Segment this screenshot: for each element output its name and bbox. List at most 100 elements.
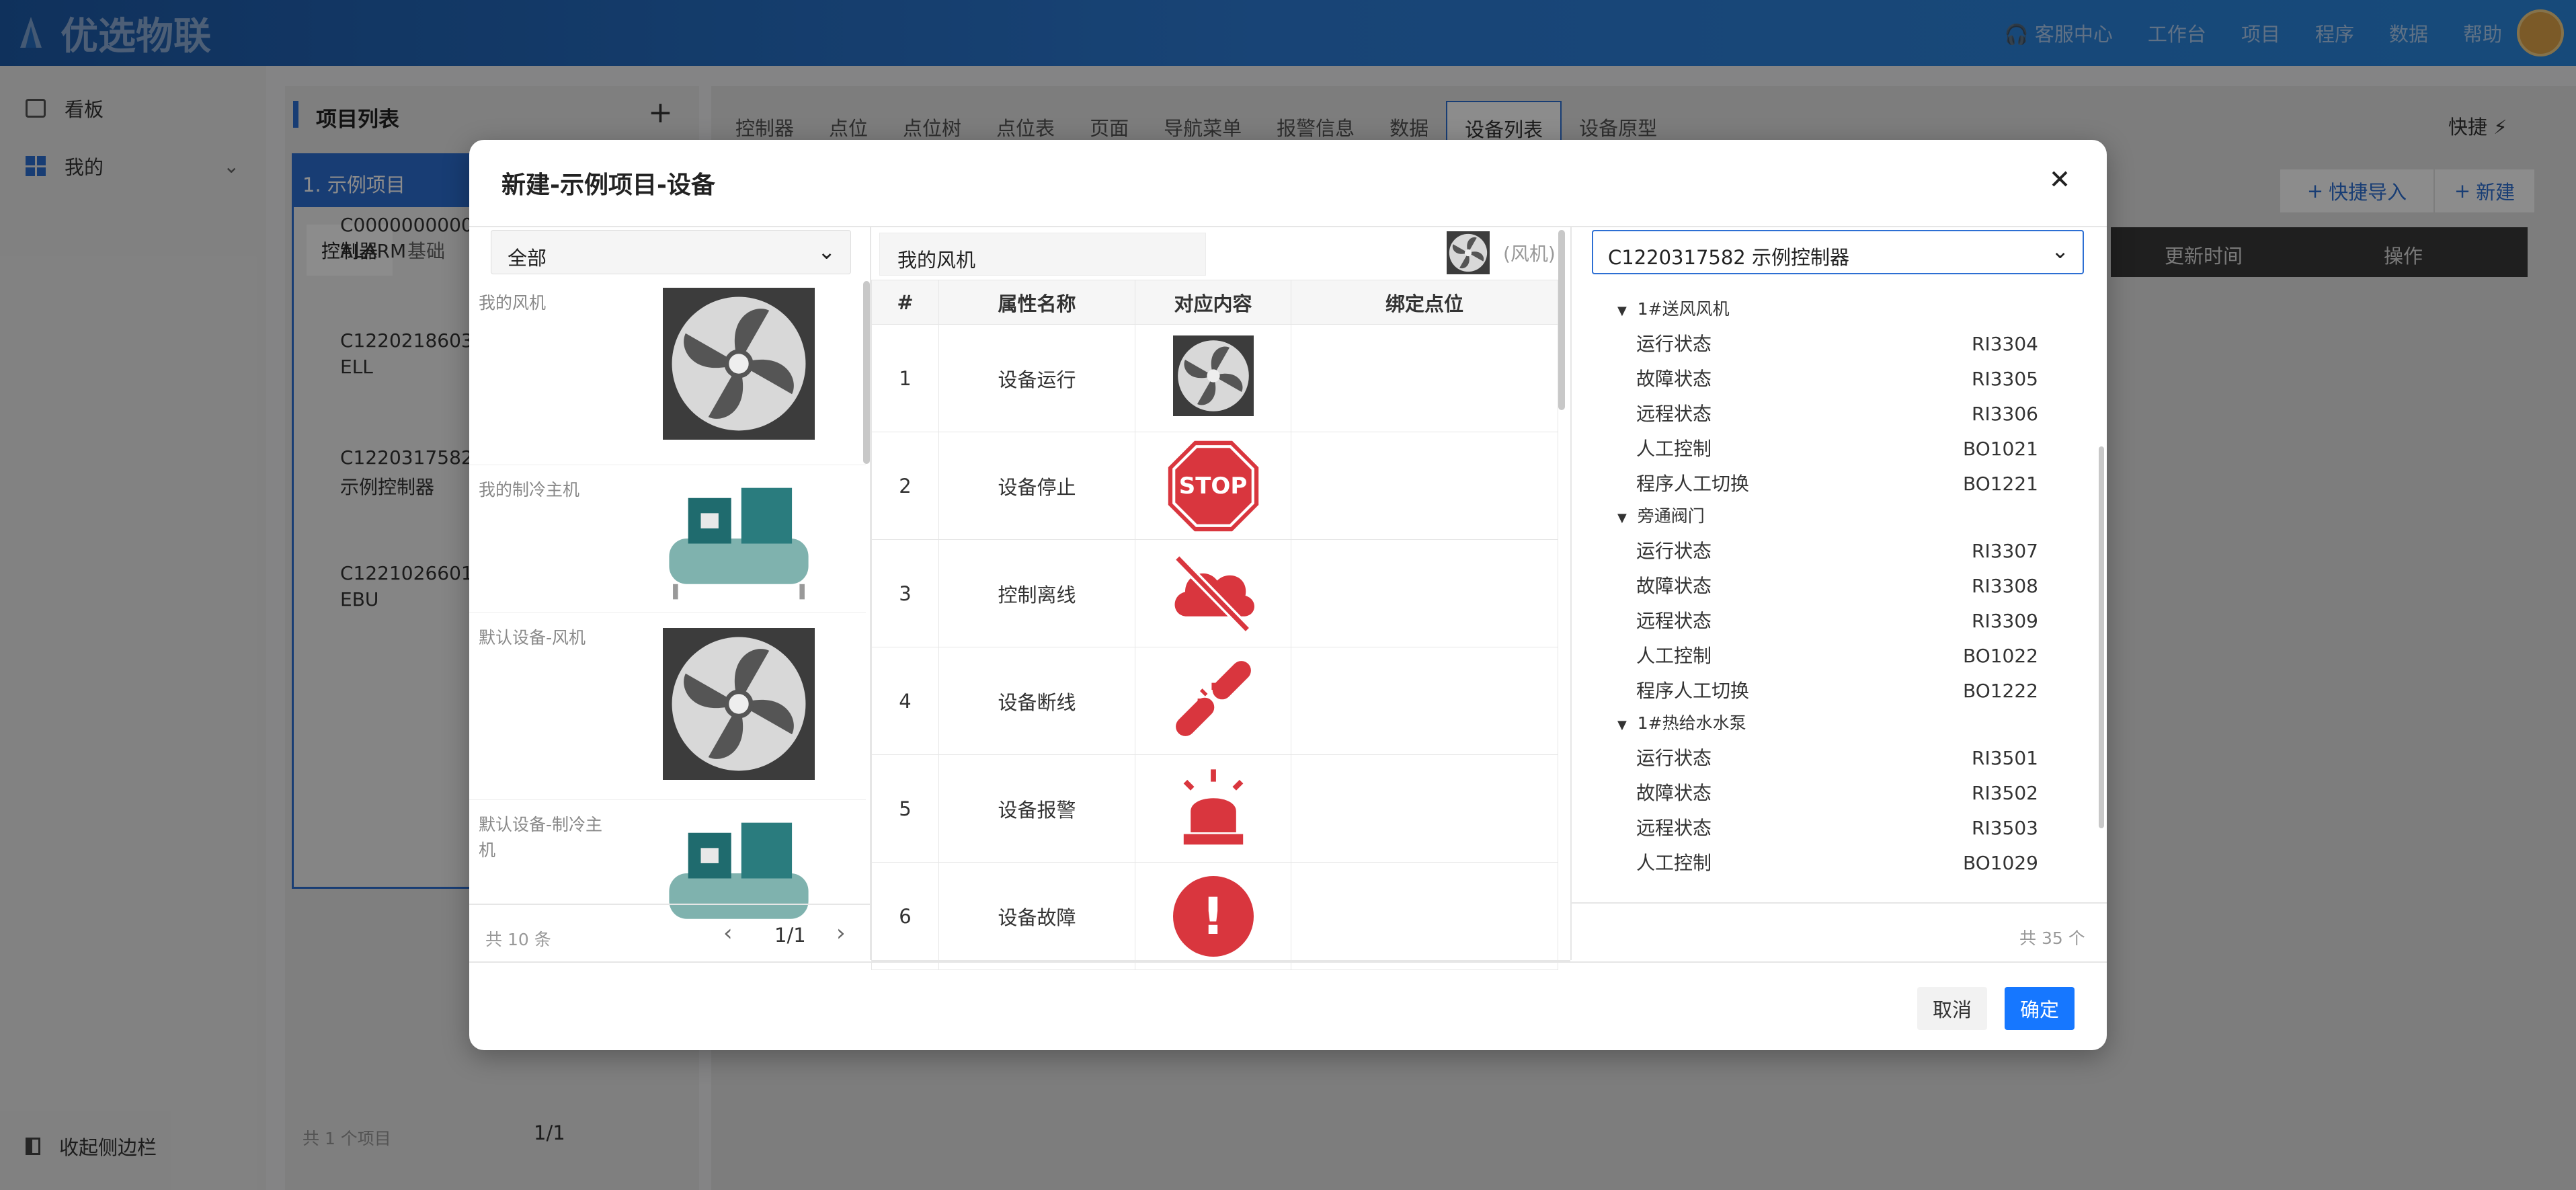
chevron-right-icon[interactable]: › — [836, 920, 846, 947]
group-name: 1#送风风机 — [1637, 299, 1730, 319]
col-bind-point: 绑定点位 — [1291, 280, 1558, 325]
row-content[interactable] — [1135, 324, 1291, 432]
exclamation-icon: ! — [1172, 875, 1254, 957]
item-code: RI3503 — [1972, 817, 2038, 839]
group-name: 1#热给水水泵 — [1637, 713, 1746, 733]
row-content[interactable] — [1135, 754, 1291, 863]
tree-item[interactable]: 故障状态 RI3502 — [1636, 776, 2038, 811]
left-scrollbar[interactable] — [863, 281, 870, 464]
table-row: 5 设备报警 — [871, 754, 1558, 863]
item-code: RI3305 — [1972, 368, 2038, 390]
template-card[interactable]: 默认设备-制冷主机 — [469, 800, 866, 921]
table-row: 3 控制离线 — [871, 539, 1558, 647]
tree-item[interactable]: 故障状态 RI3305 — [1636, 362, 2038, 397]
new-device-dialog: 新建-示例项目-设备 全部 ⌄ 我的风机 我的制冷主机 默认设备-风机 默认设备… — [469, 140, 2107, 1050]
tree-item[interactable]: 程序人工切换 BO1221 — [1636, 467, 2038, 502]
middle-scroll-track — [1558, 230, 1565, 815]
item-name: 运行状态 — [1636, 333, 1712, 355]
item-code: RI3502 — [1972, 782, 2038, 804]
card-name: 我的制冷主机 — [479, 480, 580, 500]
row-bind-point[interactable] — [1291, 862, 1558, 970]
tree-item[interactable]: 人工控制 BO1029 — [1636, 846, 2038, 881]
middle-scrollbar[interactable] — [1558, 230, 1565, 410]
item-name: 人工控制 — [1636, 852, 1712, 874]
item-name: 远程状态 — [1636, 610, 1712, 632]
item-name: 运行状态 — [1636, 540, 1712, 562]
chevron-down-icon: ⌄ — [2051, 238, 2069, 264]
close-icon[interactable] — [2045, 164, 2075, 194]
template-card[interactable]: 我的制冷主机 — [469, 465, 866, 613]
chiller-icon — [669, 822, 809, 919]
point-count: 共 35 个 — [2019, 928, 2085, 948]
row-content[interactable]: ! — [1135, 862, 1291, 970]
tree-item[interactable]: 运行状态 RI3307 — [1636, 534, 2038, 569]
ok-button[interactable]: 确定 — [2005, 987, 2075, 1030]
row-bind-point[interactable] — [1291, 539, 1558, 647]
cancel-button[interactable]: 取消 — [1917, 987, 1987, 1030]
row-bind-point[interactable] — [1291, 754, 1558, 863]
template-card[interactable]: 默认设备-风机 — [469, 613, 866, 800]
tree-item[interactable]: 远程状态 RI3306 — [1636, 397, 2038, 432]
right-footer-divider — [1572, 902, 2107, 904]
device-name-input[interactable]: 我的风机 — [879, 233, 1206, 276]
item-code: BO1021 — [1962, 438, 2038, 460]
table-row: 1 设备运行 — [871, 324, 1558, 432]
stop-text: STOP — [1178, 472, 1248, 500]
row-index: 4 — [871, 647, 939, 755]
point-tree: ▼ 1#送风风机 运行状态 RI3304 故障状态 RI3305 远程状态 RI330… — [1572, 277, 2040, 893]
tree-scrollbar[interactable] — [2099, 446, 2104, 828]
row-property: 设备运行 — [938, 324, 1135, 432]
item-name: 运行状态 — [1636, 747, 1712, 769]
controller-select[interactable]: C1220317582 示例控制器 ⌄ — [1592, 230, 2084, 274]
row-index: 1 — [871, 324, 939, 432]
row-content[interactable]: STOP — [1135, 432, 1291, 540]
tree-item[interactable]: 程序人工切换 BO1222 — [1636, 674, 2038, 709]
template-page: 1/1 — [774, 924, 806, 947]
row-bind-point[interactable] — [1291, 432, 1558, 540]
chevron-left-icon[interactable]: ‹ — [723, 920, 733, 947]
left-footer-divider — [469, 904, 871, 905]
tree-item[interactable]: 运行状态 RI3304 — [1636, 327, 2038, 362]
row-property: 设备断线 — [938, 647, 1135, 755]
tree-item[interactable]: 运行状态 RI3501 — [1636, 741, 2038, 776]
caret-down-icon: ▼ — [1617, 718, 1627, 732]
row-content[interactable] — [1135, 539, 1291, 647]
tree-item[interactable]: 人工控制 BO1021 — [1636, 432, 2038, 467]
item-name: 故障状态 — [1636, 782, 1712, 804]
row-content[interactable] — [1135, 647, 1291, 755]
group-name: 旁通阀门 — [1637, 506, 1705, 526]
tree-group[interactable]: ▼ 1#送风风机 — [1617, 292, 1730, 327]
device-type-hint: (风机) — [1503, 243, 1556, 265]
tree-group[interactable]: ▼ 1#热给水水泵 — [1617, 706, 1746, 741]
card-name: 默认设备-风机 — [479, 628, 586, 647]
card-name: 默认设备-制冷主机 — [479, 815, 603, 860]
row-index: 5 — [871, 754, 939, 863]
fan-icon — [663, 288, 815, 440]
device-fan-thumb-icon[interactable] — [1447, 231, 1490, 274]
tree-item[interactable]: 远程状态 RI3503 — [1636, 811, 2038, 846]
item-name: 程序人工切换 — [1636, 680, 1750, 702]
row-bind-point[interactable] — [1291, 647, 1558, 755]
item-code: RI3306 — [1972, 403, 2038, 425]
table-row: 2 设备停止 STOP — [871, 432, 1558, 540]
tree-item[interactable]: 故障状态 RI3308 — [1636, 569, 2038, 604]
row-index: 3 — [871, 539, 939, 647]
row-property: 控制离线 — [938, 539, 1135, 647]
row-index: 2 — [871, 432, 939, 540]
col-index: # — [871, 280, 939, 325]
tree-group[interactable]: ▼ 旁通阀门 — [1617, 499, 1705, 534]
property-table: # 属性名称 对应内容 绑定点位 1 设备运行 2 设备停止 STOP 3 控制… — [871, 280, 1558, 970]
item-code: RI3308 — [1972, 575, 2038, 597]
item-code: RI3307 — [1972, 540, 2038, 562]
tree-item[interactable]: 人工控制 BO1022 — [1636, 639, 2038, 674]
row-bind-point[interactable] — [1291, 324, 1558, 432]
tree-item[interactable]: 远程状态 RI3309 — [1636, 604, 2038, 639]
item-code: RI3304 — [1972, 333, 2038, 355]
item-code: BO1029 — [1962, 852, 2038, 874]
row-index: 6 — [871, 862, 939, 970]
stop-sign-icon: STOP — [1166, 439, 1260, 533]
category-select[interactable]: 全部 ⌄ — [491, 230, 851, 274]
item-code: BO1222 — [1962, 680, 2038, 702]
header-divider — [469, 226, 2107, 227]
template-card[interactable]: 我的风机 — [469, 278, 866, 465]
